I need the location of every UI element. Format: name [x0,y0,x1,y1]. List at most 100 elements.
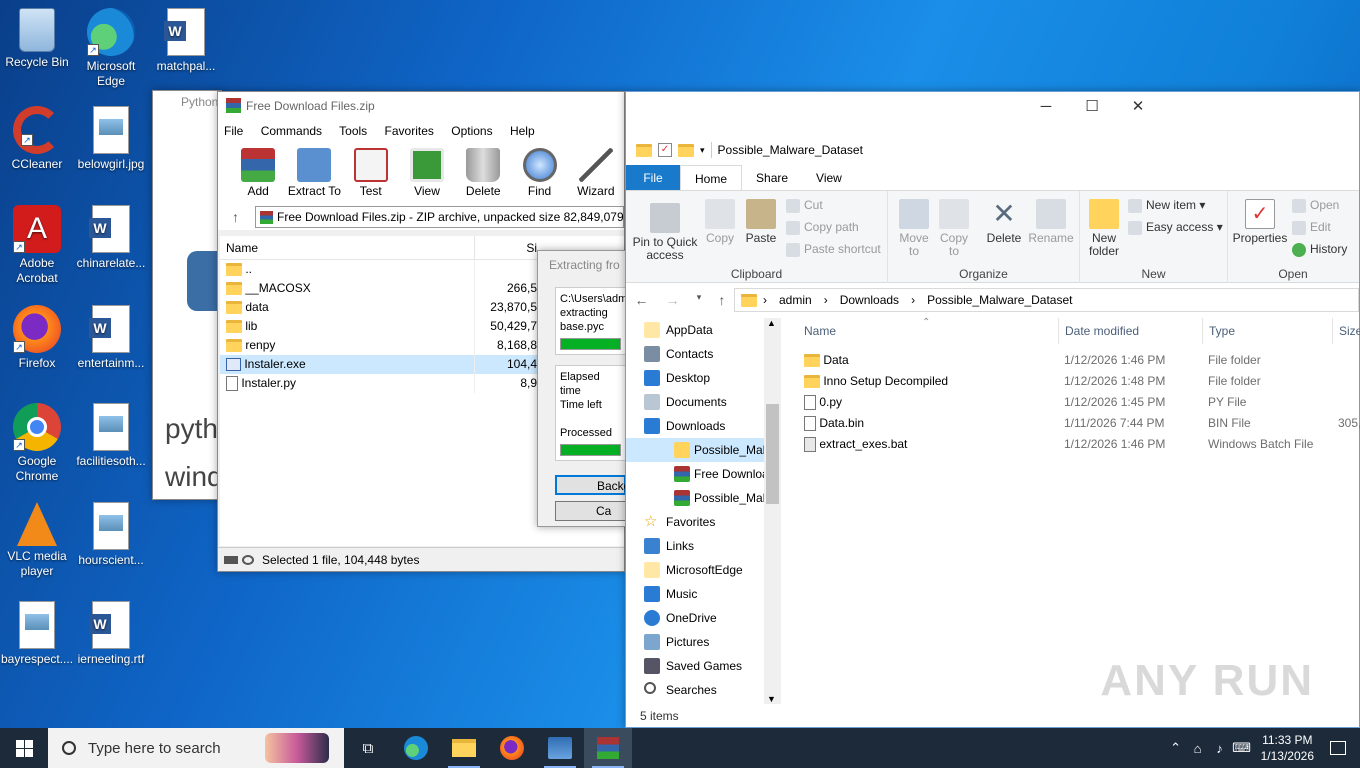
copy-to-button[interactable]: Copy to [936,199,972,258]
close-icon[interactable]: ✕ [1115,92,1161,122]
python-window[interactable]: Python pyth wind [152,90,227,500]
nav-item-possible-malware[interactable]: Possible_Malv [626,438,780,462]
breadcrumb-current[interactable]: Possible_Malware_Dataset [927,289,1072,311]
background-button[interactable]: Backg [555,475,630,495]
forward-arrow-icon[interactable]: → [666,292,680,308]
tab-share[interactable]: Share [742,165,802,190]
nav-item-favorites[interactable]: ☆ Favorites [626,510,780,534]
menu-options[interactable]: Options [451,124,492,138]
history-button[interactable]: History [1292,239,1347,259]
properties-check-icon[interactable]: ✓ [658,143,672,157]
scrollbar-thumb[interactable] [766,404,779,504]
breadcrumb-downloads[interactable]: Downloads [840,289,899,311]
rename-button[interactable]: Rename [1028,199,1074,245]
taskbar-file-explorer[interactable] [440,728,488,768]
edit-button[interactable]: Edit [1292,217,1331,237]
explorer-titlebar-top[interactable]: ─ ☐ ✕ [626,92,1161,135]
column-size[interactable]: Si [475,236,541,259]
menu-favorites[interactable]: Favorites [385,124,434,138]
new-item-button[interactable]: New item ▾ [1128,195,1205,215]
nav-item-appdata[interactable]: AppData [626,318,780,342]
copy-button[interactable]: Copy [702,199,738,245]
tab-view[interactable]: View [802,165,856,190]
desktop-icon-hourscient[interactable]: hourscient... [75,502,147,568]
file-explorer-window[interactable]: ─ ☐ ✕ ✓ ▾ Possible_Malware_Dataset File … [625,91,1360,728]
taskbar-edge[interactable] [392,728,440,768]
desktop-icon-chinarelate[interactable]: W chinarelate... [75,205,147,271]
table-row[interactable]: Data.bin 1/11/2026 7:44 PM BIN File 305,… [796,413,1360,434]
desktop-icon-entertainm[interactable]: W entertainm... [75,305,147,371]
desktop-icon-edge[interactable]: ↗ Microsoft Edge [75,8,147,89]
nav-item-links[interactable]: Links [626,534,780,558]
menu-help[interactable]: Help [510,124,535,138]
paste-shortcut-button[interactable]: Paste shortcut [786,239,881,259]
menu-commands[interactable]: Commands [261,124,322,138]
winrar-titlebar[interactable]: Free Download Files.zip [218,92,624,120]
menu-tools[interactable]: Tools [339,124,367,138]
desktop-icon-facilitiesoth[interactable]: facilitiesoth... [75,403,147,469]
taskbar-search-box[interactable]: Type here to search [48,728,344,768]
up-arrow-icon[interactable]: ↑ [232,209,239,225]
nav-item-contacts[interactable]: Contacts [626,342,780,366]
nav-item-music[interactable]: Music [626,582,780,606]
add-button[interactable]: Add [230,142,286,204]
test-button[interactable]: Test [343,142,399,204]
volume-icon[interactable]: ♪ [1209,741,1231,756]
new-folder-button[interactable]: New folder [1084,199,1124,258]
view-button[interactable]: View [399,142,455,204]
extract-progress-dialog[interactable]: Extracting fro C:\Users\adm extracting b… [537,250,630,527]
nav-item-possible-malware-zip[interactable]: Possible_Malv [626,486,780,510]
delete-button[interactable]: Delete [455,142,511,204]
desktop-icon-belowgirl[interactable]: belowgirl.jpg [75,106,147,172]
desktop-icon-ierneeting[interactable]: W ierneeting.rtf [75,601,147,667]
desktop-icon-recycle-bin[interactable]: Recycle Bin [1,8,73,70]
column-name[interactable]: Name [804,318,836,344]
start-button[interactable] [0,728,48,768]
easy-access-button[interactable]: Easy access ▾ [1128,217,1223,237]
tab-home[interactable]: Home [680,165,743,190]
breadcrumb-admin[interactable]: admin [779,289,812,311]
delete-ribbon-button[interactable]: ✕ Delete [984,199,1024,245]
desktop-icon-acrobat[interactable]: A ↗ Adobe Acrobat [1,205,73,286]
nav-item-microsoftedge[interactable]: MicrosoftEdge [626,558,780,582]
keyboard-icon[interactable]: ⌨ [1231,740,1253,756]
wizard-button[interactable]: Wizard [568,142,624,204]
move-to-button[interactable]: Move to [896,199,932,258]
menu-file[interactable]: File [224,124,243,138]
cancel-button[interactable]: Ca [555,501,626,521]
column-date-modified[interactable]: Date modified [1058,318,1139,344]
clock[interactable]: 11:33 PM 1/13/2026 [1261,732,1314,764]
nav-item-pictures[interactable]: Pictures [626,630,780,654]
tab-file[interactable]: File [626,165,680,190]
desktop-icon-matchpal[interactable]: W matchpal... [150,8,222,74]
nav-item-saved-games[interactable]: Saved Games [626,654,780,678]
taskbar-installer[interactable] [536,728,584,768]
breadcrumb[interactable]: › admin › Downloads › Possible_Malware_D… [734,288,1359,312]
properties-button[interactable]: ✓ Properties [1232,199,1288,245]
desktop-icon-bayrespect[interactable]: bayrespect.... [1,601,73,667]
table-row[interactable]: 0.py 1/12/2026 1:45 PM PY File [796,392,1359,413]
network-icon[interactable]: ⌂ [1187,741,1209,756]
notification-icon[interactable] [1330,741,1346,755]
pin-quick-access-button[interactable]: Pin to Quick access [632,203,698,262]
task-view-button[interactable]: ⧉ [344,728,392,768]
up-arrow-icon[interactable]: ↑ [718,292,725,308]
extract-to-button[interactable]: Extract To [286,142,342,204]
nav-item-free-download[interactable]: Free Downloa [626,462,780,486]
desktop-icon-chrome[interactable]: ↗ Google Chrome [1,403,73,484]
chevron-up-icon[interactable]: ⌃ [1165,740,1187,756]
column-type[interactable]: Type [1202,318,1235,344]
nav-item-documents[interactable]: Documents [626,390,780,414]
desktop-icon-firefox[interactable]: ↗ Firefox [1,305,73,371]
table-row[interactable]: extract_exes.bat 1/12/2026 1:46 PM Windo… [796,434,1359,455]
find-button[interactable]: Find [511,142,567,204]
nav-item-downloads[interactable]: Downloads [626,414,780,438]
open-button[interactable]: Open [1292,195,1339,215]
desktop-icon-vlc[interactable]: VLC media player [1,502,73,579]
minimize-icon[interactable]: ─ [1023,92,1069,122]
column-size[interactable]: Size [1332,318,1360,344]
chevron-down-icon[interactable]: ▾ [700,145,705,156]
table-row[interactable]: Data 1/12/2026 1:46 PM File folder [796,350,1359,371]
cut-button[interactable]: Cut [786,195,823,215]
nav-item-desktop[interactable]: Desktop [626,366,780,390]
